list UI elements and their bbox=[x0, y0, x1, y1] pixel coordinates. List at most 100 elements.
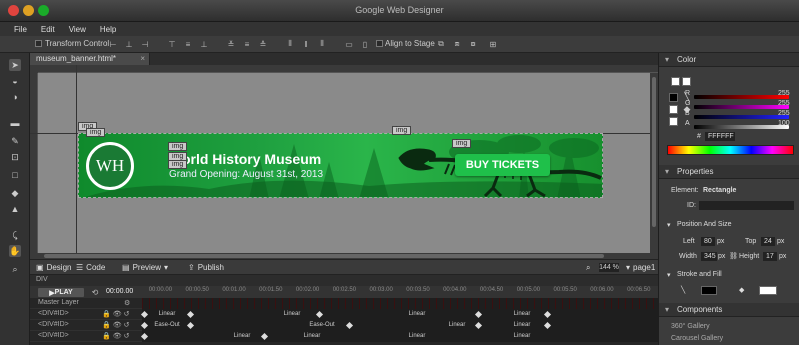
keyframe[interactable] bbox=[260, 332, 269, 341]
keyframe[interactable] bbox=[186, 310, 195, 319]
tween-label[interactable]: Linear bbox=[397, 310, 437, 319]
master-track[interactable] bbox=[142, 298, 658, 309]
red-slider[interactable] bbox=[694, 95, 789, 99]
expand-arrow-icon[interactable]: ▾ bbox=[667, 271, 671, 279]
layer-track[interactable]: Linear Linear Linear Linear bbox=[140, 309, 658, 320]
code-view-button[interactable]: ☰ Code bbox=[76, 263, 105, 272]
img-tag-label[interactable]: img bbox=[452, 139, 472, 148]
close-tab-icon[interactable]: × bbox=[140, 54, 145, 63]
layer-icons[interactable]: 🔒👁↺ bbox=[102, 321, 131, 329]
hex-input[interactable]: FFFFFF bbox=[705, 132, 735, 141]
page-selector[interactable]: ▾ page1 bbox=[626, 263, 655, 272]
vertical-guide[interactable] bbox=[76, 65, 77, 253]
height-input[interactable]: 17 bbox=[763, 252, 777, 261]
distribute-bottom-icon[interactable]: ≙ bbox=[258, 39, 268, 49]
design-view-button[interactable]: ▣ Design bbox=[36, 263, 71, 272]
align-left-icon[interactable]: ⊢ bbox=[108, 39, 118, 49]
tween-label[interactable]: Linear bbox=[397, 332, 437, 341]
size-to-stage-icon[interactable]: ⧉ bbox=[436, 39, 446, 49]
component-item[interactable]: Carousel Gallery bbox=[671, 335, 723, 342]
top-input[interactable]: 24 bbox=[761, 237, 775, 246]
layer-track[interactable]: Ease-Out Ease-Out Linear Linear bbox=[140, 320, 658, 331]
tween-label[interactable]: Linear bbox=[147, 310, 187, 319]
keyframe[interactable] bbox=[543, 310, 552, 319]
zoom-tool-icon[interactable]: ⌕ bbox=[9, 263, 21, 275]
menu-help[interactable]: Help bbox=[100, 25, 116, 34]
collapse-arrow-icon[interactable]: ▾ bbox=[665, 55, 669, 64]
id-input[interactable] bbox=[699, 201, 794, 210]
align-right-icon[interactable]: ⊣ bbox=[140, 39, 150, 49]
keyframe[interactable] bbox=[140, 332, 149, 341]
eyedropper-tool-icon[interactable]: ⤹ bbox=[9, 229, 21, 241]
selection-tool-icon[interactable]: ➤ bbox=[9, 59, 21, 71]
vertical-scrollbar[interactable] bbox=[650, 73, 658, 255]
banner-title[interactable]: World History Museum bbox=[169, 151, 321, 167]
component-item[interactable]: 360° Gallery bbox=[671, 323, 710, 330]
menu-view[interactable]: View bbox=[69, 25, 86, 34]
shape-tool-icon[interactable]: □ bbox=[9, 169, 21, 181]
img-tag-label[interactable]: img bbox=[392, 126, 412, 135]
menu-file[interactable]: File bbox=[14, 25, 27, 34]
tween-label[interactable]: Ease-Out bbox=[147, 321, 187, 330]
distribute-middle-icon[interactable]: ≡ bbox=[242, 39, 252, 49]
transform-control-checkbox[interactable] bbox=[35, 40, 42, 47]
time-ruler[interactable]: 00:00.00 00:00.50 00:01.00 00:01.50 00:0… bbox=[142, 287, 658, 297]
distribute-top-icon[interactable]: ≚ bbox=[226, 39, 236, 49]
keyframe[interactable] bbox=[315, 310, 324, 319]
distribute-left-icon[interactable]: ⫴ bbox=[285, 39, 295, 49]
tween-label[interactable]: Linear bbox=[292, 332, 332, 341]
stroke-tool-icon[interactable]: ▲ bbox=[9, 203, 21, 215]
components-panel-header[interactable]: ▾ Components bbox=[659, 303, 799, 317]
publish-button[interactable]: ⇪ Publish bbox=[188, 263, 224, 272]
layer-row[interactable]: <DIV#ID> 🔒👁↺ Ease-Out Ease-Out Linear Li… bbox=[30, 320, 658, 331]
tween-label[interactable]: Linear bbox=[502, 332, 542, 341]
tween-label[interactable]: Linear bbox=[502, 321, 542, 330]
stroke-swatch[interactable] bbox=[682, 77, 691, 86]
museum-banner[interactable]: WH World History Museum Grand Opening: A… bbox=[78, 133, 603, 198]
alpha-value[interactable]: 100 bbox=[778, 120, 790, 127]
text-tool-icon[interactable]: ⊡ bbox=[9, 151, 21, 163]
horizontal-scroll-thumb[interactable] bbox=[44, 254, 604, 258]
position-size-label[interactable]: Position And Size bbox=[677, 221, 731, 228]
tween-label[interactable]: Linear bbox=[502, 310, 542, 319]
keyframe[interactable] bbox=[186, 321, 195, 330]
3d-rotation-tool-icon[interactable]: ◒ bbox=[9, 75, 21, 87]
expand-arrow-icon[interactable]: ▾ bbox=[667, 221, 671, 229]
img-tag-label[interactable]: img bbox=[86, 128, 106, 137]
red-value[interactable]: 255 bbox=[778, 90, 790, 97]
keyframe[interactable] bbox=[543, 321, 552, 330]
align-to-stage-checkbox[interactable] bbox=[376, 40, 383, 47]
collapse-arrow-icon[interactable]: ▾ bbox=[665, 305, 669, 314]
layer-row[interactable]: <DIV#ID> 🔒👁↺ Linear Linear Linear Linear bbox=[30, 309, 658, 320]
settings-gear-icon[interactable]: ⚙ bbox=[124, 299, 132, 307]
hand-tool-icon[interactable]: ✋ bbox=[9, 245, 21, 257]
preview-button[interactable]: ▤ Preview ▾ bbox=[122, 263, 168, 272]
img-tag-label[interactable]: img bbox=[168, 142, 188, 151]
3d-translation-tool-icon[interactable]: ◑ bbox=[9, 91, 21, 103]
play-button[interactable]: ▶ PLAY bbox=[38, 288, 84, 297]
align-center-h-icon[interactable]: ⊥ bbox=[124, 39, 134, 49]
fill-color-swatch[interactable] bbox=[759, 286, 777, 295]
match-width-icon[interactable]: ▭ bbox=[344, 39, 354, 49]
alpha-slider[interactable] bbox=[694, 125, 789, 129]
vertical-ruler[interactable] bbox=[30, 73, 38, 253]
green-value[interactable]: 255 bbox=[778, 100, 790, 107]
align-top-icon[interactable]: ⊤ bbox=[167, 39, 177, 49]
white-swatch[interactable] bbox=[669, 105, 678, 114]
fit-width-icon[interactable]: ⧈ bbox=[452, 39, 462, 49]
tween-label[interactable]: Linear bbox=[437, 321, 477, 330]
solid-color-swatch[interactable] bbox=[669, 117, 678, 126]
document-tab[interactable]: museum_banner.html* × bbox=[30, 53, 150, 65]
link-dimensions-icon[interactable]: ⛓ bbox=[729, 252, 738, 260]
align-bottom-icon[interactable]: ⊥ bbox=[199, 39, 209, 49]
loop-icon[interactable]: ⟲ bbox=[90, 287, 100, 297]
match-height-icon[interactable]: ▯ bbox=[360, 39, 370, 49]
tween-label[interactable]: Ease-Out bbox=[302, 321, 342, 330]
pen-tool-icon[interactable]: ✎ bbox=[9, 135, 21, 147]
keyframe[interactable] bbox=[474, 310, 483, 319]
stroke-color-swatch[interactable] bbox=[701, 286, 717, 295]
zoom-level-field[interactable]: 144 % bbox=[599, 263, 619, 272]
fill-tool-icon[interactable]: ◆ bbox=[9, 187, 21, 199]
width-input[interactable]: 345 bbox=[701, 252, 717, 261]
horizontal-ruler[interactable] bbox=[38, 65, 658, 73]
